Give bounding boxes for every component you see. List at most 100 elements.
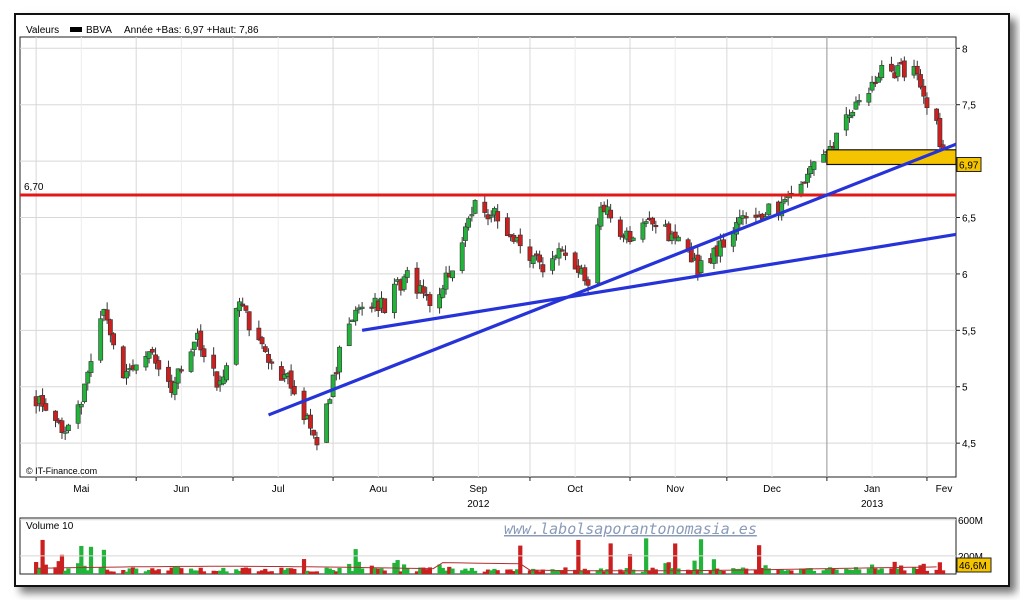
candle-body: [269, 361, 275, 364]
candle-body: [495, 211, 501, 222]
header-ticker: BBVA: [86, 25, 112, 36]
candle-body: [504, 217, 510, 236]
candle-body: [237, 301, 242, 312]
candle-body: [211, 354, 217, 369]
volume-bar: [518, 545, 523, 574]
volume-plot-area: [19, 517, 957, 575]
candle-body: [472, 200, 478, 214]
candle-body: [359, 306, 365, 309]
volume-bar: [879, 568, 884, 574]
volume-bar: [576, 539, 581, 574]
candle-body: [924, 97, 930, 109]
x-tick-label: Mai: [73, 484, 89, 495]
candle-body: [650, 217, 656, 225]
svg-text:6,97: 6,97: [959, 160, 979, 171]
y-axis-ticks: 87,576,565,554,5: [956, 44, 976, 450]
candle-body: [156, 360, 162, 370]
volume-bar: [360, 568, 365, 574]
volume-bar: [698, 539, 704, 574]
resistance-level-label: 6,70: [24, 182, 44, 193]
candle-body: [172, 382, 178, 395]
candle-body: [66, 424, 71, 431]
volume-bar: [721, 570, 726, 574]
x-year-label: 2012: [467, 499, 490, 510]
candle-body: [563, 252, 568, 256]
candle-body: [259, 337, 265, 345]
volume-title: Volume 10: [26, 521, 74, 532]
candle-body: [85, 371, 91, 384]
candle-body: [107, 319, 113, 336]
candle-body: [178, 369, 184, 372]
x-tick-label: Jan: [864, 484, 880, 495]
candle-body: [82, 383, 87, 402]
candle-body: [201, 348, 207, 358]
volume-tick-label: 600M: [958, 516, 983, 527]
volume-bar: [834, 569, 839, 574]
candle-body: [482, 201, 488, 213]
volume-bar: [472, 570, 478, 574]
candle-body: [391, 283, 397, 314]
candle-body: [921, 85, 927, 97]
x-tick-label: Dec: [763, 484, 781, 495]
candle-body: [721, 239, 727, 248]
candle-body: [853, 101, 859, 110]
volume-bar: [88, 546, 94, 574]
candle-body: [98, 318, 104, 361]
candle-body: [914, 65, 920, 75]
candle-body: [901, 60, 907, 78]
candle-body: [401, 276, 407, 290]
volume-bar: [676, 568, 681, 574]
candle-body: [330, 374, 336, 397]
candle-body: [559, 249, 565, 252]
candle-body: [517, 234, 523, 247]
candle-body: [324, 403, 330, 443]
candle-body: [224, 365, 229, 381]
volume-bar: [382, 570, 387, 574]
candle-body: [191, 341, 197, 350]
volume-bar: [653, 569, 658, 574]
source-label: © IT-Finance.com: [26, 466, 97, 476]
candle-body: [314, 437, 320, 446]
candle-body: [78, 404, 84, 408]
volume-bar: [744, 568, 749, 574]
candle-body: [88, 361, 94, 373]
volume-bar: [134, 568, 139, 574]
candle-body: [630, 237, 636, 241]
candle-body: [404, 270, 410, 278]
candle-body: [643, 221, 649, 224]
candle-body: [233, 308, 239, 365]
candle-body: [62, 431, 68, 434]
volume-bar: [924, 570, 930, 574]
x-tick-label: Jun: [173, 484, 189, 495]
volume-bar: [156, 569, 161, 574]
volume-last-badge: 46,6M: [956, 557, 992, 573]
y-tick-label: 7,5: [962, 101, 976, 112]
candle-body: [188, 351, 194, 372]
candle-body: [937, 118, 943, 148]
x-year-label: 2013: [861, 499, 884, 510]
volume-bar: [608, 543, 613, 574]
candle-body: [782, 199, 788, 203]
candle-body: [918, 74, 923, 88]
candle-body: [698, 260, 704, 274]
candle-body: [766, 203, 772, 216]
candle-body: [59, 420, 65, 433]
candle-body: [585, 279, 591, 286]
x-tick-label: Fev: [936, 484, 953, 495]
candle-body: [262, 346, 268, 352]
candle-body: [288, 370, 294, 389]
candle-body: [327, 399, 333, 404]
volume-bar: [224, 571, 229, 574]
candle-body: [111, 333, 116, 346]
volume-bar: [314, 571, 320, 574]
volume-bar: [337, 567, 342, 574]
candle-body: [743, 216, 749, 219]
candle-body: [640, 222, 646, 240]
candle-body: [582, 267, 588, 282]
candle-body: [459, 242, 465, 271]
last-price-badge: 6,97: [956, 156, 982, 172]
candle-body: [149, 349, 155, 353]
volume-bar: [495, 570, 500, 574]
candle-body: [608, 209, 614, 219]
candle-body: [246, 311, 252, 331]
